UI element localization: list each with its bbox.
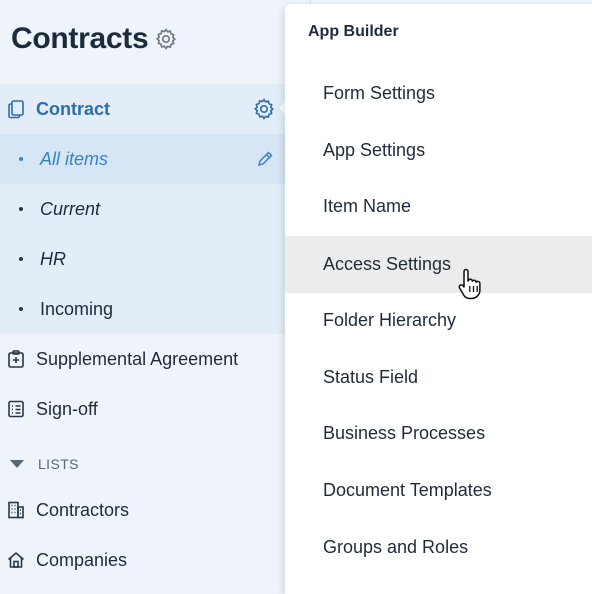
clipboard-plus-icon: [8, 350, 24, 368]
sidebar-item-contract[interactable]: Contract: [0, 84, 300, 134]
sidebar-item-companies[interactable]: Companies: [0, 535, 300, 585]
sidebar-item-sign-off[interactable]: Sign-off: [0, 384, 300, 434]
sidebar: Contracts Contract All items Current HR: [0, 0, 300, 584]
sidebar-item-label: Contractors: [36, 499, 130, 520]
gear-icon[interactable]: [252, 97, 276, 121]
sidebar-subitem-label: HR: [40, 248, 66, 269]
menu-item-folder-hierarchy[interactable]: Folder Hierarchy: [285, 292, 592, 349]
document-copy-icon: [8, 100, 24, 119]
gear-icon[interactable]: [154, 27, 178, 51]
page-title: Contracts: [11, 22, 149, 55]
menu-item-label: Item Name: [323, 196, 412, 216]
sidebar-item-label: Supplemental Agreement: [36, 348, 239, 369]
menu-item-label: Document Templates: [323, 480, 492, 500]
sidebar-item-supplemental-agreement[interactable]: Supplemental Agreement: [0, 334, 300, 384]
menu-item-label: Access Settings: [323, 254, 452, 274]
menu-item-label: Form Settings: [323, 83, 436, 103]
menu-item-groups-and-roles[interactable]: Groups and Roles: [285, 519, 592, 576]
page-header: Contracts: [11, 22, 178, 56]
checklist-icon: [8, 400, 24, 418]
sidebar-item-label: Contract: [36, 98, 111, 119]
menu-item-label: App Settings: [323, 140, 426, 160]
sidebar-subitem-label: All items: [40, 148, 109, 169]
bullet: [19, 157, 23, 161]
house-icon: [7, 551, 25, 568]
app-builder-menu: App Builder Form Settings App Settings I…: [285, 4, 592, 594]
bullet: [19, 207, 23, 211]
menu-item-label: Business Processes: [323, 423, 486, 443]
sidebar-subitem-label: Incoming: [40, 298, 114, 319]
menu-item-access-settings[interactable]: Access Settings: [285, 236, 592, 300]
sidebar-subitem-current[interactable]: Current: [0, 184, 300, 234]
sidebar-subitem-label: Current: [40, 198, 101, 219]
sidebar-item-label: Sign-off: [36, 398, 98, 419]
sidebar-subitem-hr[interactable]: HR: [0, 234, 300, 284]
bullet: [19, 307, 23, 311]
menu-item-form-settings[interactable]: Form Settings: [285, 65, 592, 122]
menu-item-label: Folder Hierarchy: [323, 310, 457, 330]
bullet: [19, 257, 23, 261]
menu-item-app-settings[interactable]: App Settings: [285, 122, 592, 179]
sidebar-item-label: Companies: [36, 549, 128, 570]
caret-down-icon: [10, 460, 24, 468]
menu-item-document-templates[interactable]: Document Templates: [285, 462, 592, 519]
menu-item-label: Groups and Roles: [323, 537, 469, 557]
building-icon: [8, 501, 24, 519]
menu-item-status-field[interactable]: Status Field: [285, 349, 592, 406]
lists-section-toggle[interactable]: LISTS: [0, 448, 300, 480]
lists-heading: LISTS: [38, 456, 79, 472]
menu-item-label: Status Field: [323, 367, 419, 387]
menu-item-business-processes[interactable]: Business Processes: [285, 405, 592, 462]
menu-header: App Builder: [308, 23, 399, 40]
sidebar-item-contractors[interactable]: Contractors: [0, 485, 300, 535]
menu-item-item-name[interactable]: Item Name: [285, 178, 592, 235]
sidebar-subitem-all-items[interactable]: All items: [0, 134, 300, 184]
sidebar-subitem-incoming[interactable]: Incoming: [0, 284, 300, 334]
pencil-icon[interactable]: [256, 150, 274, 168]
